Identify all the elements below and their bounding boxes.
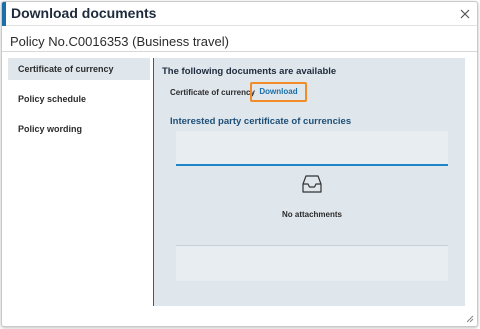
interested-party-heading: Interested party certificate of currenci… (170, 116, 352, 127)
sidebar-item-label: Certificate of currency (18, 64, 114, 74)
download-link[interactable]: Download (250, 82, 307, 102)
inbox-icon (302, 175, 322, 193)
sidebar-item-policy-schedule[interactable]: Policy schedule (8, 88, 150, 110)
title-accent-bar (2, 2, 6, 26)
document-content-panel: The following documents are available Ce… (153, 58, 465, 306)
attachments-list-area (176, 245, 448, 281)
sidebar-item-label: Policy wording (18, 124, 83, 134)
interested-party-field[interactable] (176, 131, 448, 166)
header-divider (2, 51, 477, 52)
download-documents-dialog: Download documents Policy No.C0016353 (B… (1, 1, 478, 327)
dialog-title: Download documents (11, 5, 157, 21)
available-documents-heading: The following documents are available (162, 66, 337, 77)
policy-title: Policy No.C0016353 (Business travel) (10, 34, 229, 49)
certificate-label: Certificate of currency (170, 88, 255, 97)
no-attachments-text: No attachments (281, 210, 342, 219)
dialog-title-bar: Download documents (2, 2, 477, 26)
sidebar-item-certificate-of-currency[interactable]: Certificate of currency (8, 58, 150, 80)
close-icon[interactable] (459, 8, 471, 20)
document-sidebar: Certificate of currency Policy schedule … (8, 58, 150, 148)
sidebar-item-label: Policy schedule (18, 94, 87, 104)
sidebar-item-policy-wording[interactable]: Policy wording (8, 118, 150, 140)
resize-grip-icon[interactable] (466, 315, 474, 323)
